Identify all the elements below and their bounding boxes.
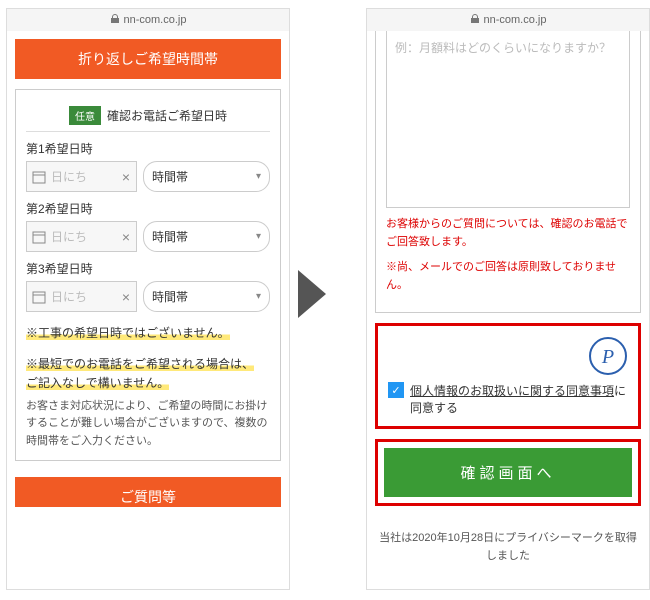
slot3-date-ph: 日にち	[51, 282, 116, 311]
note2-detail: お客さま対応状況により、ご希望の時間にお掛けすることが難しい場合がございますので…	[26, 398, 270, 451]
arrow-icon	[298, 270, 326, 321]
optional-badge: 任意	[69, 106, 101, 125]
red-note1: お客様からのご質問については、確認のお電話でご回答致します。	[386, 216, 630, 251]
slot3-time-select[interactable]: 時間帯 ▾	[143, 281, 270, 312]
confirm-button[interactable]: 確認画面へ	[384, 448, 632, 497]
slot1-time-select[interactable]: 時間帯 ▾	[143, 161, 270, 192]
left-content: 折り返しご希望時間帯 任意 確認お電話ご希望日時 第1希望日時 日にち × 時間…	[7, 31, 289, 589]
submit-box: 確認画面へ	[375, 439, 641, 506]
chevron-down-icon: ▾	[256, 231, 261, 242]
url-text: nn-com.co.jp	[124, 14, 187, 26]
right-content: 例：月額料はどのくらいになりますか？ お客様からのご質問については、確認のお電話…	[367, 31, 649, 589]
slot1-date-ph: 日にち	[51, 162, 116, 191]
slot1-time-ph: 時間帯	[152, 168, 188, 185]
phone-left: nn-com.co.jp 折り返しご希望時間帯 任意 確認お電話ご希望日時 第1…	[6, 8, 290, 590]
calendar-icon	[27, 290, 51, 304]
url-text: nn-com.co.jp	[484, 14, 547, 26]
slot2-date-ph: 日にち	[51, 222, 116, 251]
slot3-label: 第3希望日時	[26, 260, 270, 277]
badge-label: 確認お電話ご希望日時	[107, 107, 227, 124]
clear-icon[interactable]: ×	[116, 289, 136, 305]
slot2-label: 第2希望日時	[26, 200, 270, 217]
section-header-time: 折り返しご希望時間帯	[15, 39, 281, 79]
footer-text: 当社は2020年10月28日にプライバシーマークを取得しました	[375, 530, 641, 565]
red-note2: ※尚、メールでのご回答は原則致しておりません。	[386, 259, 630, 294]
slot3-time-ph: 時間帯	[152, 288, 188, 305]
time-box: 任意 確認お電話ご希望日時 第1希望日時 日にち × 時間帯 ▾ 第2希望日時	[15, 89, 281, 461]
badge-row: 任意 確認お電話ご希望日時	[26, 100, 270, 132]
consent-checkbox[interactable]: ✓	[388, 382, 404, 398]
lock-icon	[110, 14, 120, 27]
address-bar: nn-com.co.jp	[367, 9, 649, 31]
address-bar: nn-com.co.jp	[7, 9, 289, 31]
svg-text:P: P	[601, 346, 614, 368]
consent-link[interactable]: 個人情報のお取扱いに関する同意事項	[410, 384, 614, 398]
slot2-date-input[interactable]: 日にち ×	[26, 221, 137, 252]
clear-icon[interactable]: ×	[116, 169, 136, 185]
question-box: 例：月額料はどのくらいになりますか？ お客様からのご質問については、確認のお電話…	[375, 31, 641, 313]
lock-icon	[470, 14, 480, 27]
slot1-date-input[interactable]: 日にち ×	[26, 161, 137, 192]
chevron-down-icon: ▾	[256, 291, 261, 302]
calendar-icon	[27, 170, 51, 184]
slot2-time-select[interactable]: 時間帯 ▾	[143, 221, 270, 252]
consent-row: ✓ 個人情報のお取扱いに関する同意事項に同意する	[388, 382, 628, 416]
phone-right: nn-com.co.jp 例：月額料はどのくらいになりますか？ お客様からのご質…	[366, 8, 650, 590]
calendar-icon	[27, 230, 51, 244]
clear-icon[interactable]: ×	[116, 229, 136, 245]
privacy-mark-icon: P	[388, 336, 628, 376]
note1: ※工事の希望日時ではございません。	[26, 324, 270, 343]
chevron-down-icon: ▾	[256, 171, 261, 182]
note2: ※最短でのお電話をご希望される場合は、 ご記入なしで構いません。 お客さま対応状…	[26, 355, 270, 450]
section-header-question: ご質問等	[15, 477, 281, 507]
question-textarea[interactable]: 例：月額料はどのくらいになりますか？	[386, 31, 630, 208]
slot1-label: 第1希望日時	[26, 140, 270, 157]
slot3-date-input[interactable]: 日にち ×	[26, 281, 137, 312]
consent-text: 個人情報のお取扱いに関する同意事項に同意する	[410, 382, 628, 416]
consent-box: P ✓ 個人情報のお取扱いに関する同意事項に同意する	[375, 323, 641, 429]
slot2-time-ph: 時間帯	[152, 228, 188, 245]
